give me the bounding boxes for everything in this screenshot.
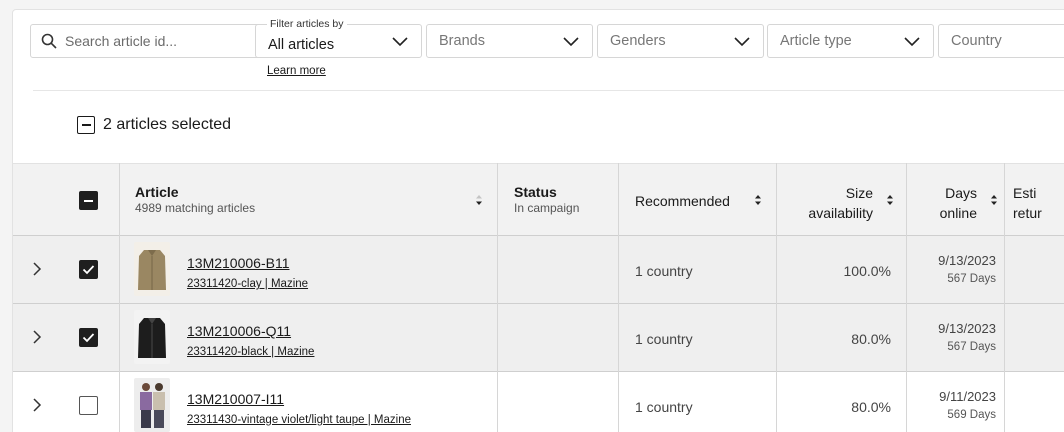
filter-label: Filter articles by — [267, 18, 347, 30]
sort-icon[interactable] — [754, 194, 762, 206]
recommended-header-label: Recommended — [635, 193, 730, 209]
check-icon — [82, 333, 95, 343]
size-column-header[interactable]: Size availability — [793, 183, 873, 223]
check-icon — [82, 265, 95, 275]
date-online-cell: 9/13/2023 — [938, 321, 996, 336]
row-checkbox[interactable] — [79, 260, 98, 279]
size-header-line2: availability — [808, 205, 873, 221]
row-checkbox[interactable] — [79, 328, 98, 347]
size-availability-cell: 80.0% — [851, 331, 891, 347]
sort-icon[interactable] — [886, 194, 894, 206]
column-divider — [906, 163, 907, 432]
est-header-line2: retur — [1013, 205, 1042, 221]
articles-filter-value: All articles — [268, 37, 335, 53]
chevron-right-icon[interactable] — [31, 262, 43, 276]
est-header-line1: Esti — [1013, 185, 1037, 201]
column-divider — [119, 163, 120, 432]
sort-icon[interactable] — [475, 194, 483, 206]
recommended-cell: 1 country — [635, 263, 693, 279]
chevron-down-icon — [392, 37, 408, 47]
product-image — [134, 378, 170, 432]
deselect-all-checkbox[interactable] — [77, 116, 95, 134]
search-box[interactable] — [30, 24, 261, 58]
row-checkbox[interactable] — [79, 396, 98, 415]
learn-more-link[interactable]: Learn more — [267, 65, 326, 77]
selection-count: 2 articles selected — [103, 116, 232, 133]
status-header-label: Status — [514, 184, 557, 200]
recommended-column-header[interactable]: Recommended — [635, 193, 730, 209]
sort-icon[interactable] — [990, 194, 998, 206]
status-header-sub: In campaign — [514, 201, 580, 215]
chevron-right-icon[interactable] — [31, 330, 43, 344]
country-label: Country — [951, 33, 1002, 49]
filter-divider — [33, 90, 1064, 91]
date-online-cell: 9/11/2023 — [939, 389, 996, 404]
days-header-line2: online — [939, 205, 977, 221]
country-dropdown[interactable]: Country — [938, 24, 1064, 58]
product-image — [134, 242, 170, 296]
search-input[interactable] — [65, 33, 245, 49]
selection-bar: 2 articles selected — [77, 116, 231, 134]
article-header-label: Article — [135, 184, 179, 200]
column-divider — [618, 163, 619, 432]
status-column-header: Status In campaign — [514, 184, 579, 215]
column-divider — [776, 163, 777, 432]
recommended-cell: 1 country — [635, 399, 693, 415]
days-header-line1: Days — [945, 185, 977, 201]
recommended-cell: 1 country — [635, 331, 693, 347]
days-online-cell: 569 Days — [947, 409, 996, 421]
size-availability-cell: 100.0% — [843, 263, 891, 279]
matching-articles-count: 4989 matching articles — [135, 201, 256, 215]
column-divider — [497, 163, 498, 432]
chevron-down-icon — [904, 37, 920, 47]
product-image — [134, 310, 170, 364]
article-type-dropdown[interactable]: Article type — [767, 24, 934, 58]
genders-dropdown[interactable]: Genders — [597, 24, 764, 58]
size-header-line1: Size — [845, 185, 873, 201]
column-divider — [1004, 163, 1005, 432]
article-description-link[interactable]: 23311430-vintage violet/light taupe | Ma… — [187, 414, 411, 426]
size-availability-cell: 80.0% — [851, 399, 891, 415]
days-online-cell: 567 Days — [947, 273, 996, 285]
days-online-cell: 567 Days — [947, 341, 996, 353]
chevron-right-icon[interactable] — [31, 398, 43, 412]
article-column-header[interactable]: Article 4989 matching articles — [135, 184, 255, 215]
article-type-label: Article type — [780, 33, 852, 49]
estimated-returns-column-header[interactable]: Esti retur — [1013, 183, 1042, 223]
date-online-cell: 9/13/2023 — [938, 253, 996, 268]
brands-dropdown[interactable]: Brands — [426, 24, 593, 58]
days-online-column-header[interactable]: Days online — [921, 183, 977, 223]
brands-label: Brands — [439, 33, 485, 49]
article-id-link[interactable]: 13M210006-Q11 — [187, 323, 291, 339]
article-id-link[interactable]: 13M210007-I11 — [187, 391, 284, 407]
article-description-link[interactable]: 23311420-black | Mazine — [187, 346, 314, 358]
article-description-link[interactable]: 23311420-clay | Mazine — [187, 278, 308, 290]
chevron-down-icon — [563, 37, 579, 47]
genders-label: Genders — [610, 33, 666, 49]
select-all-checkbox[interactable] — [79, 191, 98, 210]
chevron-down-icon — [734, 37, 750, 47]
article-id-link[interactable]: 13M210006-B11 — [187, 255, 289, 271]
articles-panel: All articles Filter articles by Learn mo… — [12, 9, 1064, 432]
search-icon — [41, 33, 57, 49]
